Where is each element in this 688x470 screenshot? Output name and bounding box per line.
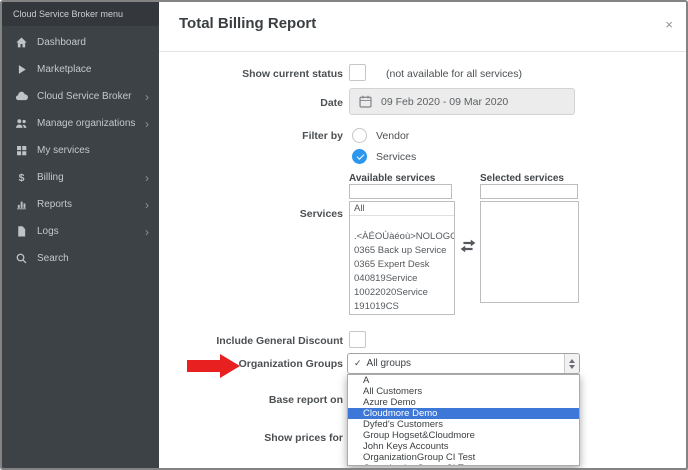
- available-filter-input[interactable]: [349, 184, 452, 199]
- sidebar-item-my-services[interactable]: My services: [2, 137, 159, 164]
- selected-filter-input[interactable]: [480, 184, 578, 199]
- organization-groups-dropdown: A All Customers Azure Demo Cloudmore Dem…: [347, 374, 580, 466]
- show-current-status-checkbox[interactable]: [349, 64, 366, 81]
- services-radio-label: Services: [376, 151, 416, 163]
- sidebar-item-label: Logs: [37, 226, 59, 237]
- vendor-radio-label: Vendor: [376, 130, 409, 142]
- dropdown-option[interactable]: John Keys Accounts: [348, 441, 579, 452]
- dollar-icon: $: [15, 171, 28, 184]
- selected-services-list[interactable]: [480, 201, 579, 303]
- available-services-header: Available services: [349, 173, 435, 184]
- dropdown-option[interactable]: OrganizationGroup CI Test: [348, 463, 579, 466]
- sidebar-item-cloud-service-broker[interactable]: Cloud Service Broker ›: [2, 83, 159, 110]
- sidebar-header: Cloud Service Broker menu: [2, 2, 159, 26]
- list-item[interactable]: 0365 Back up Service: [350, 244, 454, 258]
- grid-icon: [15, 144, 28, 157]
- sidebar-item-label: Cloud Service Broker: [37, 91, 131, 102]
- status-note: (not available for all services): [386, 68, 522, 80]
- date-range-input[interactable]: 09 Feb 2020 - 09 Mar 2020: [349, 88, 575, 115]
- cloud-icon: [15, 90, 28, 103]
- list-item[interactable]: 040819Service: [350, 272, 454, 286]
- selected-group-value: All groups: [367, 358, 564, 369]
- list-item[interactable]: .<ÀÉOÙàéoù>NOLOGO: [350, 230, 454, 244]
- include-discount-label: Include General Discount: [159, 335, 343, 347]
- sidebar-item-reports[interactable]: Reports ›: [2, 191, 159, 218]
- filter-by-label: Filter by: [159, 130, 343, 142]
- sidebar-item-logs[interactable]: Logs ›: [2, 218, 159, 245]
- home-icon: [15, 36, 28, 49]
- total-billing-report-modal: Total Billing Report × Show current stat…: [159, 2, 686, 468]
- chevron-right-icon: ›: [145, 91, 149, 103]
- title-divider: [159, 51, 686, 52]
- date-range-value: 09 Feb 2020 - 09 Mar 2020: [381, 96, 508, 108]
- organization-groups-select[interactable]: ✓ All groups: [347, 353, 580, 374]
- include-discount-checkbox[interactable]: [349, 331, 366, 348]
- play-icon: [15, 63, 28, 76]
- vendor-radio[interactable]: [352, 128, 367, 143]
- base-report-on-label: Base report on: [159, 394, 343, 406]
- dropdown-option[interactable]: Group Hogset&Cloudmore: [348, 430, 579, 441]
- close-icon[interactable]: ×: [665, 17, 673, 32]
- list-item[interactable]: All: [350, 202, 454, 216]
- sidebar-item-label: My services: [37, 145, 90, 156]
- sidebar-item-marketplace[interactable]: Marketplace: [2, 56, 159, 83]
- red-arrow-head-icon: [220, 354, 240, 378]
- sidebar-item-label: Reports: [37, 199, 72, 210]
- file-icon: [15, 225, 28, 238]
- search-icon: [15, 252, 28, 265]
- show-current-status-label: Show current status: [159, 68, 343, 80]
- sidebar-item-label: Marketplace: [37, 64, 91, 75]
- sidebar: Cloud Service Broker menu Dashboard Mark…: [2, 2, 159, 468]
- page-title: Total Billing Report: [179, 15, 316, 32]
- selected-services-header: Selected services: [480, 173, 564, 184]
- transfer-icon[interactable]: [460, 239, 476, 253]
- date-label: Date: [159, 97, 343, 109]
- chevron-right-icon: ›: [145, 118, 149, 130]
- app-window: Cloud Service Broker menu Dashboard Mark…: [0, 0, 688, 470]
- select-stepper-icon: [564, 354, 579, 373]
- list-item[interactable]: 10022020Service: [350, 286, 454, 300]
- red-arrow: [187, 360, 220, 372]
- list-item[interactable]: 191019CS: [350, 300, 454, 314]
- services-radio[interactable]: [352, 149, 367, 164]
- dropdown-option-highlighted[interactable]: Cloudmore Demo: [348, 408, 579, 419]
- svg-text:$: $: [19, 172, 25, 184]
- chevron-right-icon: ›: [145, 226, 149, 238]
- dropdown-option[interactable]: Dyfed's Customers: [348, 419, 579, 430]
- services-label: Services: [159, 208, 343, 220]
- sidebar-item-billing[interactable]: $ Billing ›: [2, 164, 159, 191]
- sidebar-item-dashboard[interactable]: Dashboard: [2, 29, 159, 56]
- chevron-right-icon: ›: [145, 199, 149, 211]
- dropdown-option[interactable]: Azure Demo: [348, 397, 579, 408]
- dropdown-option[interactable]: All Customers: [348, 386, 579, 397]
- sidebar-menu: Dashboard Marketplace Cloud Service Brok…: [2, 26, 159, 272]
- check-icon: [356, 152, 364, 160]
- sidebar-item-label: Billing: [37, 172, 64, 183]
- available-services-list[interactable]: All .<ÀÉOÙàéoù>NOLOGO 0365 Back up Servi…: [349, 201, 455, 315]
- sidebar-item-manage-organizations[interactable]: Manage organizations ›: [2, 110, 159, 137]
- sidebar-item-label: Search: [37, 253, 69, 264]
- bar-chart-icon: [15, 198, 28, 211]
- show-prices-for-label: Show prices for: [159, 432, 343, 444]
- sidebar-item-label: Manage organizations: [37, 118, 135, 129]
- dropdown-option[interactable]: A: [348, 375, 579, 386]
- sidebar-item-label: Dashboard: [37, 37, 86, 48]
- calendar-icon: [359, 95, 372, 108]
- dropdown-option[interactable]: OrganizationGroup CI Test: [348, 452, 579, 463]
- check-icon: ✓: [354, 358, 362, 369]
- users-icon: [15, 117, 28, 130]
- list-item[interactable]: [350, 216, 454, 230]
- list-item[interactable]: 0365 Expert Desk: [350, 258, 454, 272]
- sidebar-item-search[interactable]: Search: [2, 245, 159, 272]
- chevron-right-icon: ›: [145, 172, 149, 184]
